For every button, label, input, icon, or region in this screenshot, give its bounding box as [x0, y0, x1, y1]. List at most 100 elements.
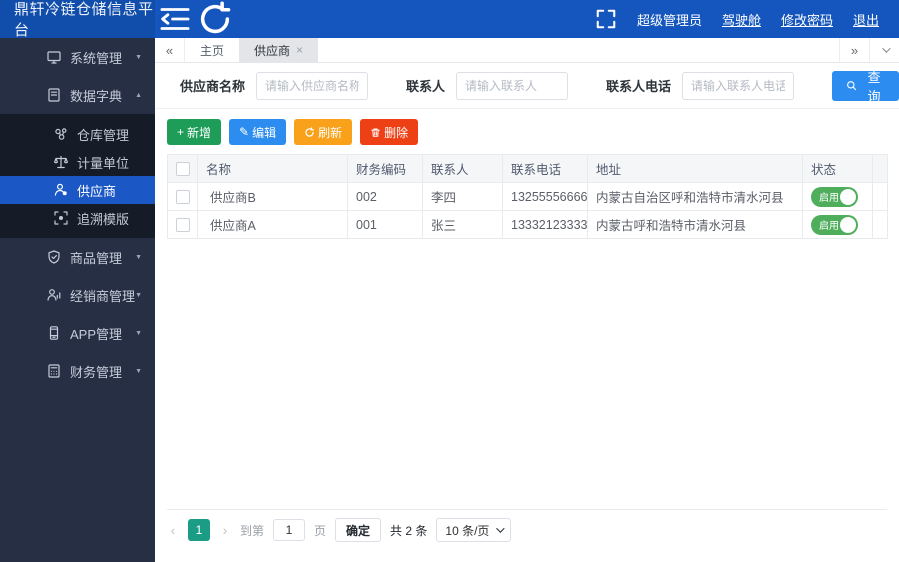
- cell-phone: 13332123333: [503, 211, 588, 239]
- select-all-checkbox[interactable]: [176, 162, 190, 176]
- warehouse-icon: [53, 126, 69, 142]
- sidebar-item-label: 经销商管理: [70, 286, 135, 305]
- sidebar-item-warehouse[interactable]: 仓库管理: [0, 120, 155, 148]
- table-row[interactable]: 供应商A 001 张三 13332123333 内蒙古呼和浩特市清水河县 启用: [168, 211, 888, 239]
- cockpit-link[interactable]: 驾驶舱: [722, 10, 761, 29]
- sidebar-item-label: 商品管理: [70, 248, 135, 267]
- sidebar-item-goods[interactable]: 商品管理 ▼: [0, 238, 155, 276]
- sidebar-item-app[interactable]: APP管理 ▼: [0, 314, 155, 352]
- delete-button-label: 删除: [384, 124, 408, 141]
- refresh-button-label: 刷新: [318, 124, 342, 141]
- tab-bar-right: »: [839, 38, 899, 62]
- sidebar-item-label: 系统管理: [70, 48, 135, 67]
- sidebar-item-finance[interactable]: 财务管理 ▼: [0, 352, 155, 390]
- search-group-name: 供应商名称: [180, 72, 368, 100]
- sidebar-item-trace-template[interactable]: 追溯模版: [0, 204, 155, 232]
- search-icon: [846, 79, 857, 92]
- supplier-icon: [53, 182, 69, 198]
- close-icon[interactable]: ×: [296, 44, 303, 56]
- user-role: 超级管理员: [637, 10, 702, 29]
- calculator-icon: [46, 363, 62, 379]
- next-page-icon[interactable]: ›: [219, 522, 231, 538]
- scale-icon: [53, 154, 69, 170]
- refresh-button[interactable]: 刷新: [294, 119, 352, 145]
- chevron-down-icon: ▼: [135, 292, 142, 299]
- sidebar-item-dealer[interactable]: 经销商管理 ▼: [0, 276, 155, 314]
- cell-contact: 张三: [423, 211, 503, 239]
- tab-label: 主页: [200, 42, 224, 59]
- query-button[interactable]: 查询: [832, 71, 899, 101]
- main-content: « 主页 供应商 × » 供应商名称 联系人 联系人电话: [155, 38, 899, 562]
- toggle-knob: [840, 189, 856, 205]
- sidebar-item-label: 计量单位: [77, 153, 155, 172]
- refresh-icon[interactable]: [195, 0, 235, 38]
- chevron-up-icon: ▲: [135, 92, 142, 99]
- cell-name: 供应商A: [198, 211, 348, 239]
- column-header-contact: 联系人: [423, 155, 503, 183]
- table-row[interactable]: 供应商B 002 李四 13255556666 内蒙古自治区呼和浩特市清水河县 …: [168, 183, 888, 211]
- status-toggle[interactable]: 启用: [811, 215, 858, 235]
- search-group-contact: 联系人: [406, 72, 568, 100]
- row-checkbox[interactable]: [176, 190, 190, 204]
- sidebar-item-unit[interactable]: 计量单位: [0, 148, 155, 176]
- dealer-icon: [46, 287, 62, 303]
- edit-button-label: 编辑: [252, 124, 276, 141]
- contact-label: 联系人: [406, 76, 445, 95]
- page-size-value: 10 条/页: [445, 522, 489, 539]
- status-label: 启用: [819, 189, 839, 204]
- tab-home[interactable]: 主页: [185, 38, 239, 62]
- trash-icon: [370, 127, 381, 138]
- trace-icon: [53, 210, 69, 226]
- query-button-label: 查询: [863, 67, 885, 105]
- add-button[interactable]: + 新增: [167, 119, 221, 145]
- chevron-down-icon: ▼: [135, 254, 142, 261]
- cell-filler: [873, 211, 888, 239]
- toggle-knob: [840, 217, 856, 233]
- status-label: 启用: [819, 217, 839, 232]
- monitor-icon: [46, 49, 62, 65]
- app-logo: 鼎轩冷链仓储信息平台: [0, 0, 155, 38]
- tab-bar: « 主页 供应商 × »: [155, 38, 899, 63]
- contact-phone-input[interactable]: [682, 72, 794, 100]
- top-header: 鼎轩冷链仓储信息平台 超级管理员 驾驶舱 修改密码 退出: [0, 0, 899, 38]
- current-page-button[interactable]: 1: [188, 519, 210, 541]
- sidebar-item-label: 供应商: [77, 181, 155, 200]
- tabs-scroll-right-icon[interactable]: »: [839, 38, 869, 62]
- cell-address: 内蒙古呼和浩特市清水河县: [588, 211, 803, 239]
- change-password-link[interactable]: 修改密码: [781, 10, 833, 29]
- fullscreen-icon[interactable]: [595, 0, 617, 38]
- sidebar-item-system[interactable]: 系统管理 ▼: [0, 38, 155, 76]
- tab-supplier[interactable]: 供应商 ×: [239, 38, 318, 62]
- search-form: 供应商名称 联系人 联系人电话 查询: [155, 63, 899, 109]
- sidebar-item-label: APP管理: [70, 324, 135, 343]
- chevron-down-icon: ▼: [135, 54, 142, 61]
- column-header-code: 财务编码: [348, 155, 423, 183]
- plus-icon: +: [177, 126, 184, 138]
- delete-button[interactable]: 删除: [360, 119, 418, 145]
- sidebar-item-supplier[interactable]: 供应商: [0, 176, 155, 204]
- chevron-down-icon: [882, 44, 890, 52]
- tabs-menu-icon[interactable]: [869, 38, 899, 62]
- logout-link[interactable]: 退出: [853, 10, 879, 29]
- page-size-select[interactable]: 10 条/页: [436, 518, 511, 542]
- panel-spacer: [167, 239, 887, 509]
- cell-phone: 13255556666: [503, 183, 588, 211]
- chevron-down-icon: ▼: [135, 368, 142, 375]
- phone-icon: [46, 325, 62, 341]
- prev-page-icon[interactable]: ‹: [167, 522, 179, 538]
- row-checkbox[interactable]: [176, 218, 190, 232]
- status-toggle[interactable]: 启用: [811, 187, 858, 207]
- chevron-down-icon: ▼: [135, 330, 142, 337]
- goto-confirm-button[interactable]: 确定: [335, 518, 381, 542]
- pencil-icon: ✎: [239, 126, 249, 138]
- supplier-name-input[interactable]: [256, 72, 368, 100]
- contact-input[interactable]: [456, 72, 568, 100]
- tabs-scroll-left-icon[interactable]: «: [155, 38, 185, 62]
- supplier-name-label: 供应商名称: [180, 76, 245, 95]
- collapse-sidebar-icon[interactable]: [155, 0, 195, 38]
- sidebar-item-dictionary[interactable]: 数据字典 ▲: [0, 76, 155, 114]
- sidebar-item-label: 仓库管理: [77, 125, 155, 144]
- edit-button[interactable]: ✎ 编辑: [229, 119, 286, 145]
- column-header-phone: 联系电话: [503, 155, 588, 183]
- goto-page-input[interactable]: [273, 519, 305, 541]
